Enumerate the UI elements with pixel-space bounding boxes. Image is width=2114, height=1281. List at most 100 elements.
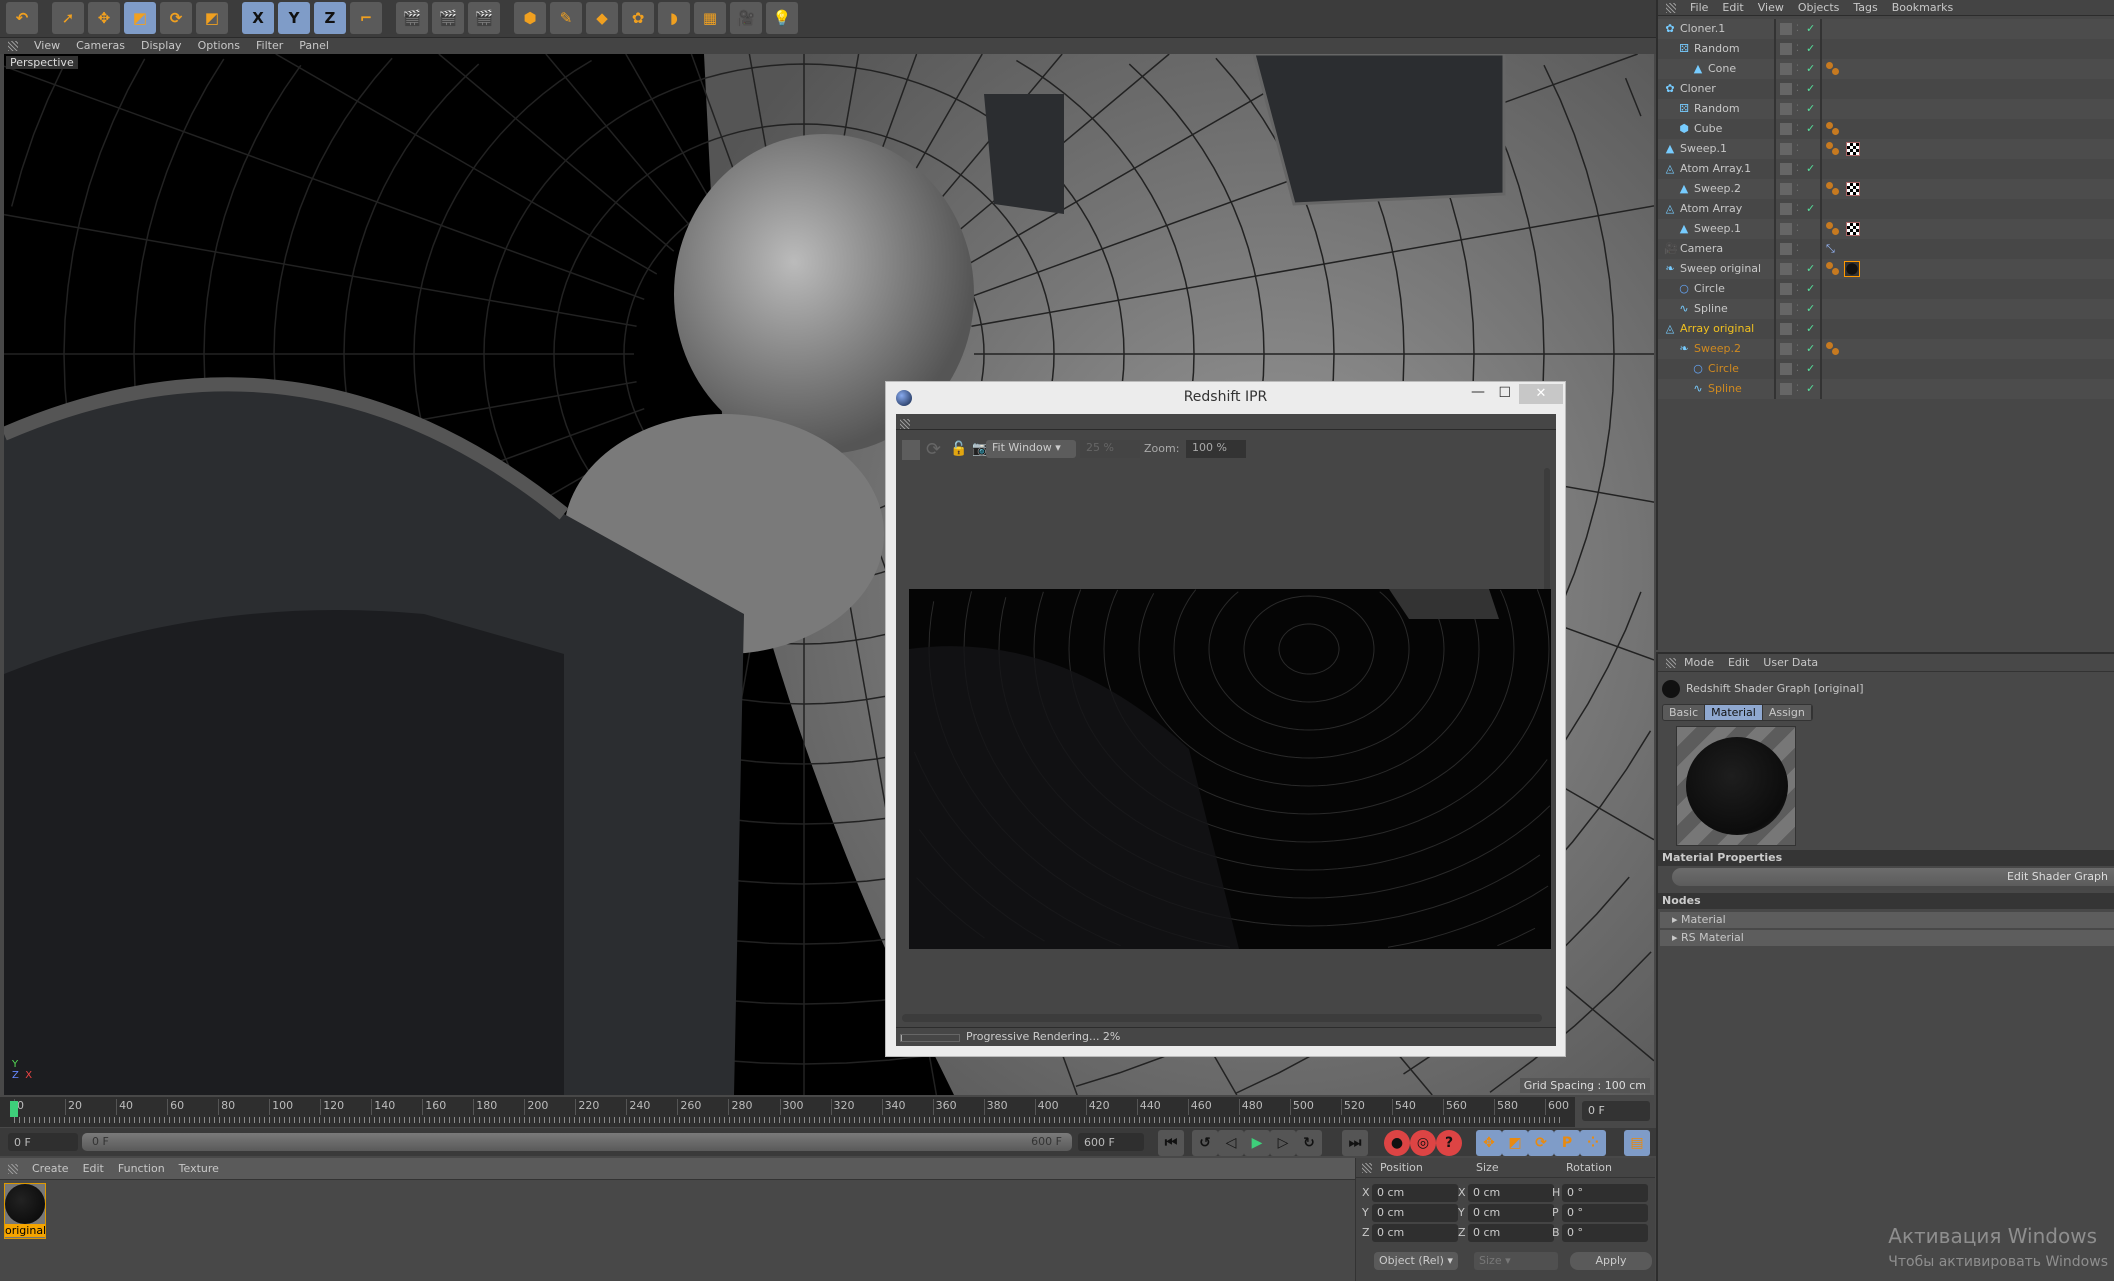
record-keys-button[interactable]: ●: [1384, 1130, 1410, 1156]
visibility-toggle[interactable]: [1780, 203, 1792, 215]
deformer-button[interactable]: ◗: [658, 2, 690, 34]
camera-button[interactable]: 🎥: [730, 2, 762, 34]
stop-render-button[interactable]: [902, 440, 920, 460]
scale-button[interactable]: ◩: [124, 2, 156, 34]
phong-tag-icon[interactable]: [1826, 262, 1840, 276]
object-row[interactable]: ◬ Atom Array.1 ⁚ ✓: [1658, 159, 2114, 179]
object-row[interactable]: ○ Circle ⁚ ✓: [1658, 359, 2114, 379]
menu-mode[interactable]: Mode: [1684, 656, 1714, 669]
target-tag-icon[interactable]: ⤡: [1826, 242, 1835, 255]
object-row[interactable]: ⚄ Random ⁚ ✓: [1658, 39, 2114, 59]
menu-edit[interactable]: Edit: [1722, 1, 1743, 14]
cube-primitive-button[interactable]: ⬢: [514, 2, 546, 34]
object-row[interactable]: ✿ Cloner ⁚ ✓: [1658, 79, 2114, 99]
menu-bookmarks[interactable]: Bookmarks: [1892, 1, 1953, 14]
enabled-check-icon[interactable]: ✓: [1806, 299, 1815, 319]
record-rotation-button[interactable]: ⟳: [1528, 1130, 1554, 1156]
current-frame-marker[interactable]: [10, 1101, 18, 1117]
phong-tag-icon[interactable]: [1826, 342, 1840, 356]
menu-texture[interactable]: Texture: [179, 1162, 219, 1175]
texture-tag-icon[interactable]: [1846, 222, 1860, 236]
material-original[interactable]: original: [4, 1183, 46, 1239]
editor-render-dots[interactable]: ⁚: [1796, 39, 1799, 59]
coordinate-field[interactable]: 0 °: [1562, 1184, 1648, 1202]
enabled-check-icon[interactable]: ✓: [1806, 99, 1815, 119]
scale-percent-field[interactable]: 25 %: [1080, 440, 1140, 458]
next-frame-button[interactable]: ▷: [1270, 1130, 1296, 1156]
undo-button[interactable]: ↶: [6, 2, 38, 34]
record-scale-button[interactable]: ◩: [1502, 1130, 1528, 1156]
object-row[interactable]: ⬢ Cube ⁚ ✓: [1658, 119, 2114, 139]
timeline-window-button[interactable]: ▤: [1624, 1130, 1650, 1156]
object-row[interactable]: ▲ Sweep.2 ⁚: [1658, 179, 2114, 199]
record-position-button[interactable]: ✥: [1476, 1130, 1502, 1156]
minimize-button[interactable]: —: [1471, 384, 1485, 400]
menu-file[interactable]: File: [1690, 1, 1708, 14]
editor-render-dots[interactable]: ⁚: [1796, 79, 1799, 99]
tab-assign[interactable]: Assign: [1762, 705, 1812, 720]
editor-render-dots[interactable]: ⁚: [1796, 139, 1799, 159]
object-row[interactable]: ◬ Array original ⁚ ✓: [1658, 319, 2114, 339]
editor-render-dots[interactable]: ⁚: [1796, 319, 1799, 339]
apply-button[interactable]: Apply: [1570, 1252, 1652, 1270]
menu-panel[interactable]: Panel: [299, 39, 329, 52]
enabled-check-icon[interactable]: ✓: [1806, 59, 1815, 79]
menu-create[interactable]: Create: [32, 1162, 69, 1175]
object-row[interactable]: ❧ Sweep original ⁚ ✓: [1658, 259, 2114, 279]
enabled-check-icon[interactable]: ✓: [1806, 279, 1815, 299]
previous-key-button[interactable]: ↺: [1192, 1130, 1218, 1156]
editor-render-dots[interactable]: ⁚: [1796, 179, 1799, 199]
visibility-toggle[interactable]: [1780, 303, 1792, 315]
menu-edit[interactable]: Edit: [83, 1162, 104, 1175]
visibility-toggle[interactable]: [1780, 123, 1792, 135]
cloner-button[interactable]: ✿: [622, 2, 654, 34]
visibility-toggle[interactable]: [1780, 183, 1792, 195]
editor-render-dots[interactable]: ⁚: [1796, 259, 1799, 279]
enabled-check-icon[interactable]: ✓: [1806, 159, 1815, 179]
menu-edit[interactable]: Edit: [1728, 656, 1749, 669]
menu-options[interactable]: Options: [198, 39, 240, 52]
light-button[interactable]: 💡: [766, 2, 798, 34]
enabled-check-icon[interactable]: ✓: [1806, 199, 1815, 219]
edit-shader-graph-button[interactable]: Edit Shader Graph: [1672, 868, 2114, 886]
render-picture-viewer-button[interactable]: 🎬: [432, 2, 464, 34]
go-to-start-button[interactable]: ⏮: [1158, 1130, 1184, 1156]
visibility-toggle[interactable]: [1780, 243, 1792, 255]
coordinate-system-button[interactable]: ⌐: [350, 2, 382, 34]
record-parameter-button[interactable]: P: [1554, 1130, 1580, 1156]
phong-tag-icon[interactable]: [1826, 62, 1840, 76]
editor-render-dots[interactable]: ⁚: [1796, 339, 1799, 359]
render-settings-button[interactable]: 🎬: [468, 2, 500, 34]
object-row[interactable]: ○ Circle ⁚ ✓: [1658, 279, 2114, 299]
menu-user-data[interactable]: User Data: [1763, 656, 1818, 669]
render-view-button[interactable]: 🎬: [396, 2, 428, 34]
visibility-toggle[interactable]: [1780, 343, 1792, 355]
tab-material[interactable]: Material: [1705, 705, 1763, 720]
object-row[interactable]: ✿ Cloner.1 ⁚ ✓: [1658, 19, 2114, 39]
visibility-toggle[interactable]: [1780, 143, 1792, 155]
y-axis-button[interactable]: Y: [278, 2, 310, 34]
visibility-toggle[interactable]: [1780, 263, 1792, 275]
object-row[interactable]: ∿ Spline ⁚ ✓: [1658, 379, 2114, 399]
viewport-camera-label[interactable]: Perspective: [6, 56, 78, 69]
object-row[interactable]: ▲ Sweep.1 ⁚: [1658, 219, 2114, 239]
current-frame-field[interactable]: 0 F: [1582, 1101, 1650, 1121]
coordinate-mode-dropdown[interactable]: Object (Rel) ▾: [1374, 1252, 1458, 1270]
enabled-check-icon[interactable]: ✓: [1806, 319, 1815, 339]
enabled-check-icon[interactable]: ✓: [1806, 79, 1815, 99]
close-button[interactable]: ✕: [1519, 384, 1563, 404]
phong-tag-icon[interactable]: [1826, 142, 1840, 156]
play-button[interactable]: ▶: [1244, 1130, 1270, 1156]
enabled-check-icon[interactable]: ✓: [1806, 379, 1815, 399]
visibility-toggle[interactable]: [1780, 63, 1792, 75]
menu-function[interactable]: Function: [118, 1162, 165, 1175]
editor-render-dots[interactable]: ⁚: [1796, 219, 1799, 239]
maximize-button[interactable]: ☐: [1498, 385, 1511, 401]
object-row[interactable]: ◬ Atom Array ⁚ ✓: [1658, 199, 2114, 219]
zoom-field[interactable]: 100 %: [1186, 440, 1246, 458]
previous-frame-button[interactable]: ◁: [1218, 1130, 1244, 1156]
object-row[interactable]: 🎥 Camera ⁚ ⤡: [1658, 239, 2114, 259]
material-tag-icon[interactable]: [1844, 261, 1860, 277]
editor-render-dots[interactable]: ⁚: [1796, 19, 1799, 39]
visibility-toggle[interactable]: [1780, 103, 1792, 115]
